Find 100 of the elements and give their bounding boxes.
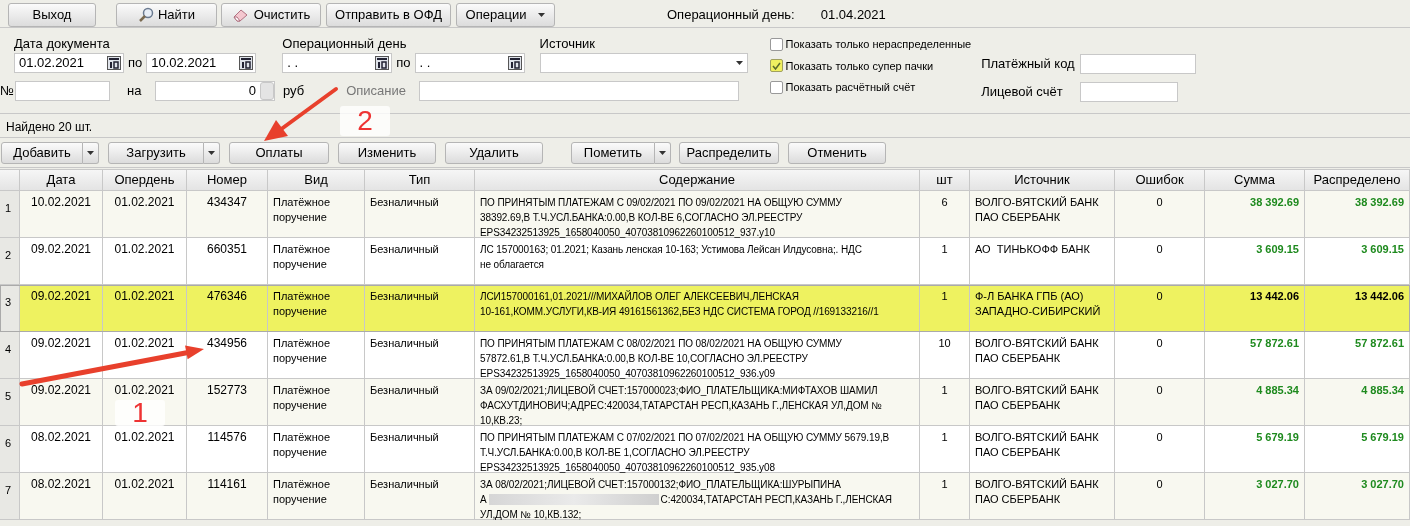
toolbar-button[interactable]: Изменить bbox=[338, 141, 436, 164]
table-row[interactable] bbox=[0, 473, 1410, 520]
type-cell: Безналичный bbox=[370, 243, 439, 255]
column-header[interactable]: Дата bbox=[20, 170, 103, 190]
range-label: по bbox=[128, 54, 143, 73]
operational-day-label: Операционный день: bbox=[667, 5, 795, 24]
toolbar-button[interactable]: Выход bbox=[8, 2, 96, 27]
toolbar-button[interactable]: Добавить bbox=[1, 141, 83, 164]
toolbar-button[interactable]: Найти bbox=[116, 2, 217, 27]
column-header[interactable]: Ошибок bbox=[1115, 170, 1205, 190]
row-number: 7 bbox=[5, 484, 12, 496]
type-cell: Безналичный bbox=[370, 384, 439, 396]
amount-cell: 38 392.69 bbox=[1250, 196, 1299, 208]
date-cell: 09.02.2021 bbox=[30, 336, 92, 350]
amount-cell: 13 442.06 bbox=[1355, 290, 1404, 302]
row-number: 4 bbox=[5, 343, 12, 355]
column-header[interactable]: Распределено bbox=[1305, 170, 1410, 190]
kind-cell-text: Платёжное поручение bbox=[273, 289, 332, 319]
content-cell-text: ЗА 09/02/2021;ЛИЦЕВОЙ СЧЕТ:157000023;ФИО_ПЛАТЕЛЬЩИКА:МИФТАХОВ ШАМИЛ ФАСХУТДИНОВИЧ;АДРЕС:420034,ТАТАРСТАН РЕСП,КАЗАНЬ Г.,ЛЕНСКАЯ УЛ,ДОМ № 10,КВ.23; bbox=[480, 383, 883, 428]
personal-account-field[interactable] bbox=[1080, 82, 1179, 102]
toolbar-button[interactable]: Очистить bbox=[221, 2, 321, 27]
dropdown-button[interactable] bbox=[204, 141, 220, 164]
checkbox-label: Показать только нераспределенные bbox=[785, 37, 972, 52]
table-row[interactable] bbox=[0, 191, 1410, 238]
payment-code-field[interactable] bbox=[1080, 54, 1197, 74]
date-cell: 09.02.2021 bbox=[30, 242, 92, 256]
table-row[interactable]: 2 09.02.2021 01.02.2021 660351 Платёжное поручение Безналичный ЛС 157000163; 01.2021; Казань ленская 10-163; Устимова Лейсан Илдусовна;. НДС не облагается 1 АО ТИНЬКОФФ БАНК 0 3 609.15 3 609.15 bbox=[0, 238, 1410, 285]
opday-cell: 01.02.2021 bbox=[114, 289, 175, 303]
number-cell: 114161 bbox=[207, 477, 247, 491]
column-header[interactable]: Источник bbox=[970, 170, 1115, 190]
content-cell-text: ПО ПРИНЯТЫМ ПЛАТЕЖАМ С 08/02/2021 ПО 08/02/2021 НА ОБЩУЮ СУММУ 57872.61,В Т.Ч.УСЛ.БАНКА:0.00,В КОЛ-ВЕ 10,СОГЛАСНО ЭЛ.РЕЕСТРУ EPS34232513925_1658040050_40703810962260100512_936.y09 bbox=[480, 337, 843, 381]
content-cell-text: ЛСИ157000161,01.2021///МИХАЙЛОВ ОЛЕГ АЛЕКСЕЕВИЧ,ЛЕНСКАЯ 10-161,КОММ.УСЛУГИ,КВ-ИЯ 49161561362,БЕЗ НДС СИСТЕМА ГОРОД //169133216//1 bbox=[480, 289, 880, 319]
checkbox[interactable] bbox=[769, 37, 783, 51]
kind-cell-text: Платёжное поручение bbox=[273, 242, 332, 272]
dropdown-button[interactable] bbox=[655, 141, 671, 164]
amount-cell: 38 392.69 bbox=[1355, 196, 1404, 208]
source-cell-text: ВОЛГО-ВЯТСКИЙ БАНК ПАО СБЕРБАНК bbox=[975, 383, 1100, 413]
source-cell-text: ВОЛГО-ВЯТСКИЙ БАНК ПАО СБЕРБАНК bbox=[975, 477, 1100, 507]
caret-icon bbox=[659, 150, 666, 155]
toolbar-button[interactable]: Оплаты bbox=[229, 141, 329, 164]
date-cell: 09.02.2021 bbox=[30, 383, 92, 397]
errors-cell: 0 bbox=[1156, 384, 1163, 396]
field-label: Источник bbox=[539, 35, 597, 50]
field-label: Операционный день bbox=[282, 35, 408, 50]
column-header[interactable]: Опердень bbox=[103, 170, 187, 190]
amount-cell: 57 872.61 bbox=[1355, 337, 1404, 349]
search-icon bbox=[137, 6, 154, 23]
dropdown-button[interactable] bbox=[83, 141, 99, 164]
toolbar-button[interactable]: Отменить bbox=[788, 141, 886, 164]
check-icon bbox=[771, 61, 781, 70]
checkbox[interactable] bbox=[769, 59, 783, 73]
type-cell: Безналичный bbox=[370, 196, 439, 208]
table-row[interactable] bbox=[0, 426, 1410, 473]
column-header[interactable]: Содержание bbox=[475, 170, 920, 190]
column-header[interactable]: Тип bbox=[365, 170, 475, 190]
number-field[interactable] bbox=[15, 81, 110, 101]
errors-cell: 0 bbox=[1156, 337, 1163, 349]
description-field[interactable] bbox=[419, 81, 739, 101]
type-cell: Безналичный bbox=[370, 431, 439, 443]
amount-cell: 3 609.15 bbox=[1361, 243, 1404, 255]
source-cell-text: АО ТИНЬКОФФ БАНК bbox=[975, 242, 1091, 257]
amount-cell: 4 885.34 bbox=[1361, 384, 1404, 396]
opday-cell: 01.02.2021 bbox=[114, 242, 175, 256]
amount-cell: 57 872.61 bbox=[1250, 337, 1299, 349]
amount-cell: 3 027.70 bbox=[1361, 478, 1404, 490]
toolbar-button[interactable]: Загрузить bbox=[108, 141, 204, 164]
errors-cell: 0 bbox=[1156, 478, 1163, 490]
amount-cell: 5 679.19 bbox=[1361, 431, 1404, 443]
annotation-label: 1 bbox=[115, 400, 165, 426]
amount-cell: 13 442.06 bbox=[1250, 290, 1299, 302]
table-row[interactable] bbox=[0, 332, 1410, 379]
caret-icon bbox=[538, 12, 546, 17]
column-header[interactable]: Вид bbox=[268, 170, 365, 190]
date-cell: 09.02.2021 bbox=[30, 289, 92, 303]
column-header[interactable]: Сумма bbox=[1205, 170, 1305, 190]
kind-cell-text: Платёжное поручение bbox=[273, 383, 332, 413]
checkbox[interactable] bbox=[769, 80, 783, 94]
caret-icon bbox=[87, 150, 94, 155]
toolbar-button[interactable]: Пометить bbox=[571, 141, 655, 164]
opday-cell: 01.02.2021 bbox=[114, 195, 175, 209]
column-header[interactable]: шт bbox=[920, 170, 970, 190]
field-label: Платёжный код bbox=[981, 55, 1076, 74]
toolbar-button[interactable]: Распределить bbox=[679, 141, 779, 164]
count-cell: 6 bbox=[941, 196, 948, 208]
count-cell: 1 bbox=[941, 384, 948, 396]
toolbar-button[interactable]: Удалить bbox=[445, 141, 543, 164]
table-row[interactable] bbox=[0, 379, 1410, 426]
number-cell: 114576 bbox=[207, 430, 247, 444]
toolbar-button[interactable]: Отправить в ОФД bbox=[326, 2, 451, 27]
content-cell-text: ЗА 08/02/2021;ЛИЦЕВОЙ СЧЕТ:157000132;ФИО_ПЛАТЕЛЬЩИКА:ШУРЫПИНА А С:420034,ТАТАРСТАН РЕСП,КАЗАНЬ Г.,ЛЕНСКАЯ УЛ,ДОМ № 10,КВ.132; bbox=[480, 477, 893, 522]
kind-cell-text: Платёжное поручение bbox=[273, 477, 332, 507]
field-label: Описание bbox=[346, 82, 406, 101]
type-cell: Безналичный bbox=[370, 337, 439, 349]
number-cell: 152773 bbox=[206, 383, 247, 397]
field-label: № bbox=[0, 82, 15, 101]
opday-cell: 01.02.2021 bbox=[114, 336, 175, 350]
table-row[interactable] bbox=[0, 285, 1410, 332]
menu-button[interactable]: Операции bbox=[456, 2, 555, 27]
type-cell: Безналичный bbox=[370, 290, 439, 302]
column-header[interactable]: Номер bbox=[187, 170, 268, 190]
